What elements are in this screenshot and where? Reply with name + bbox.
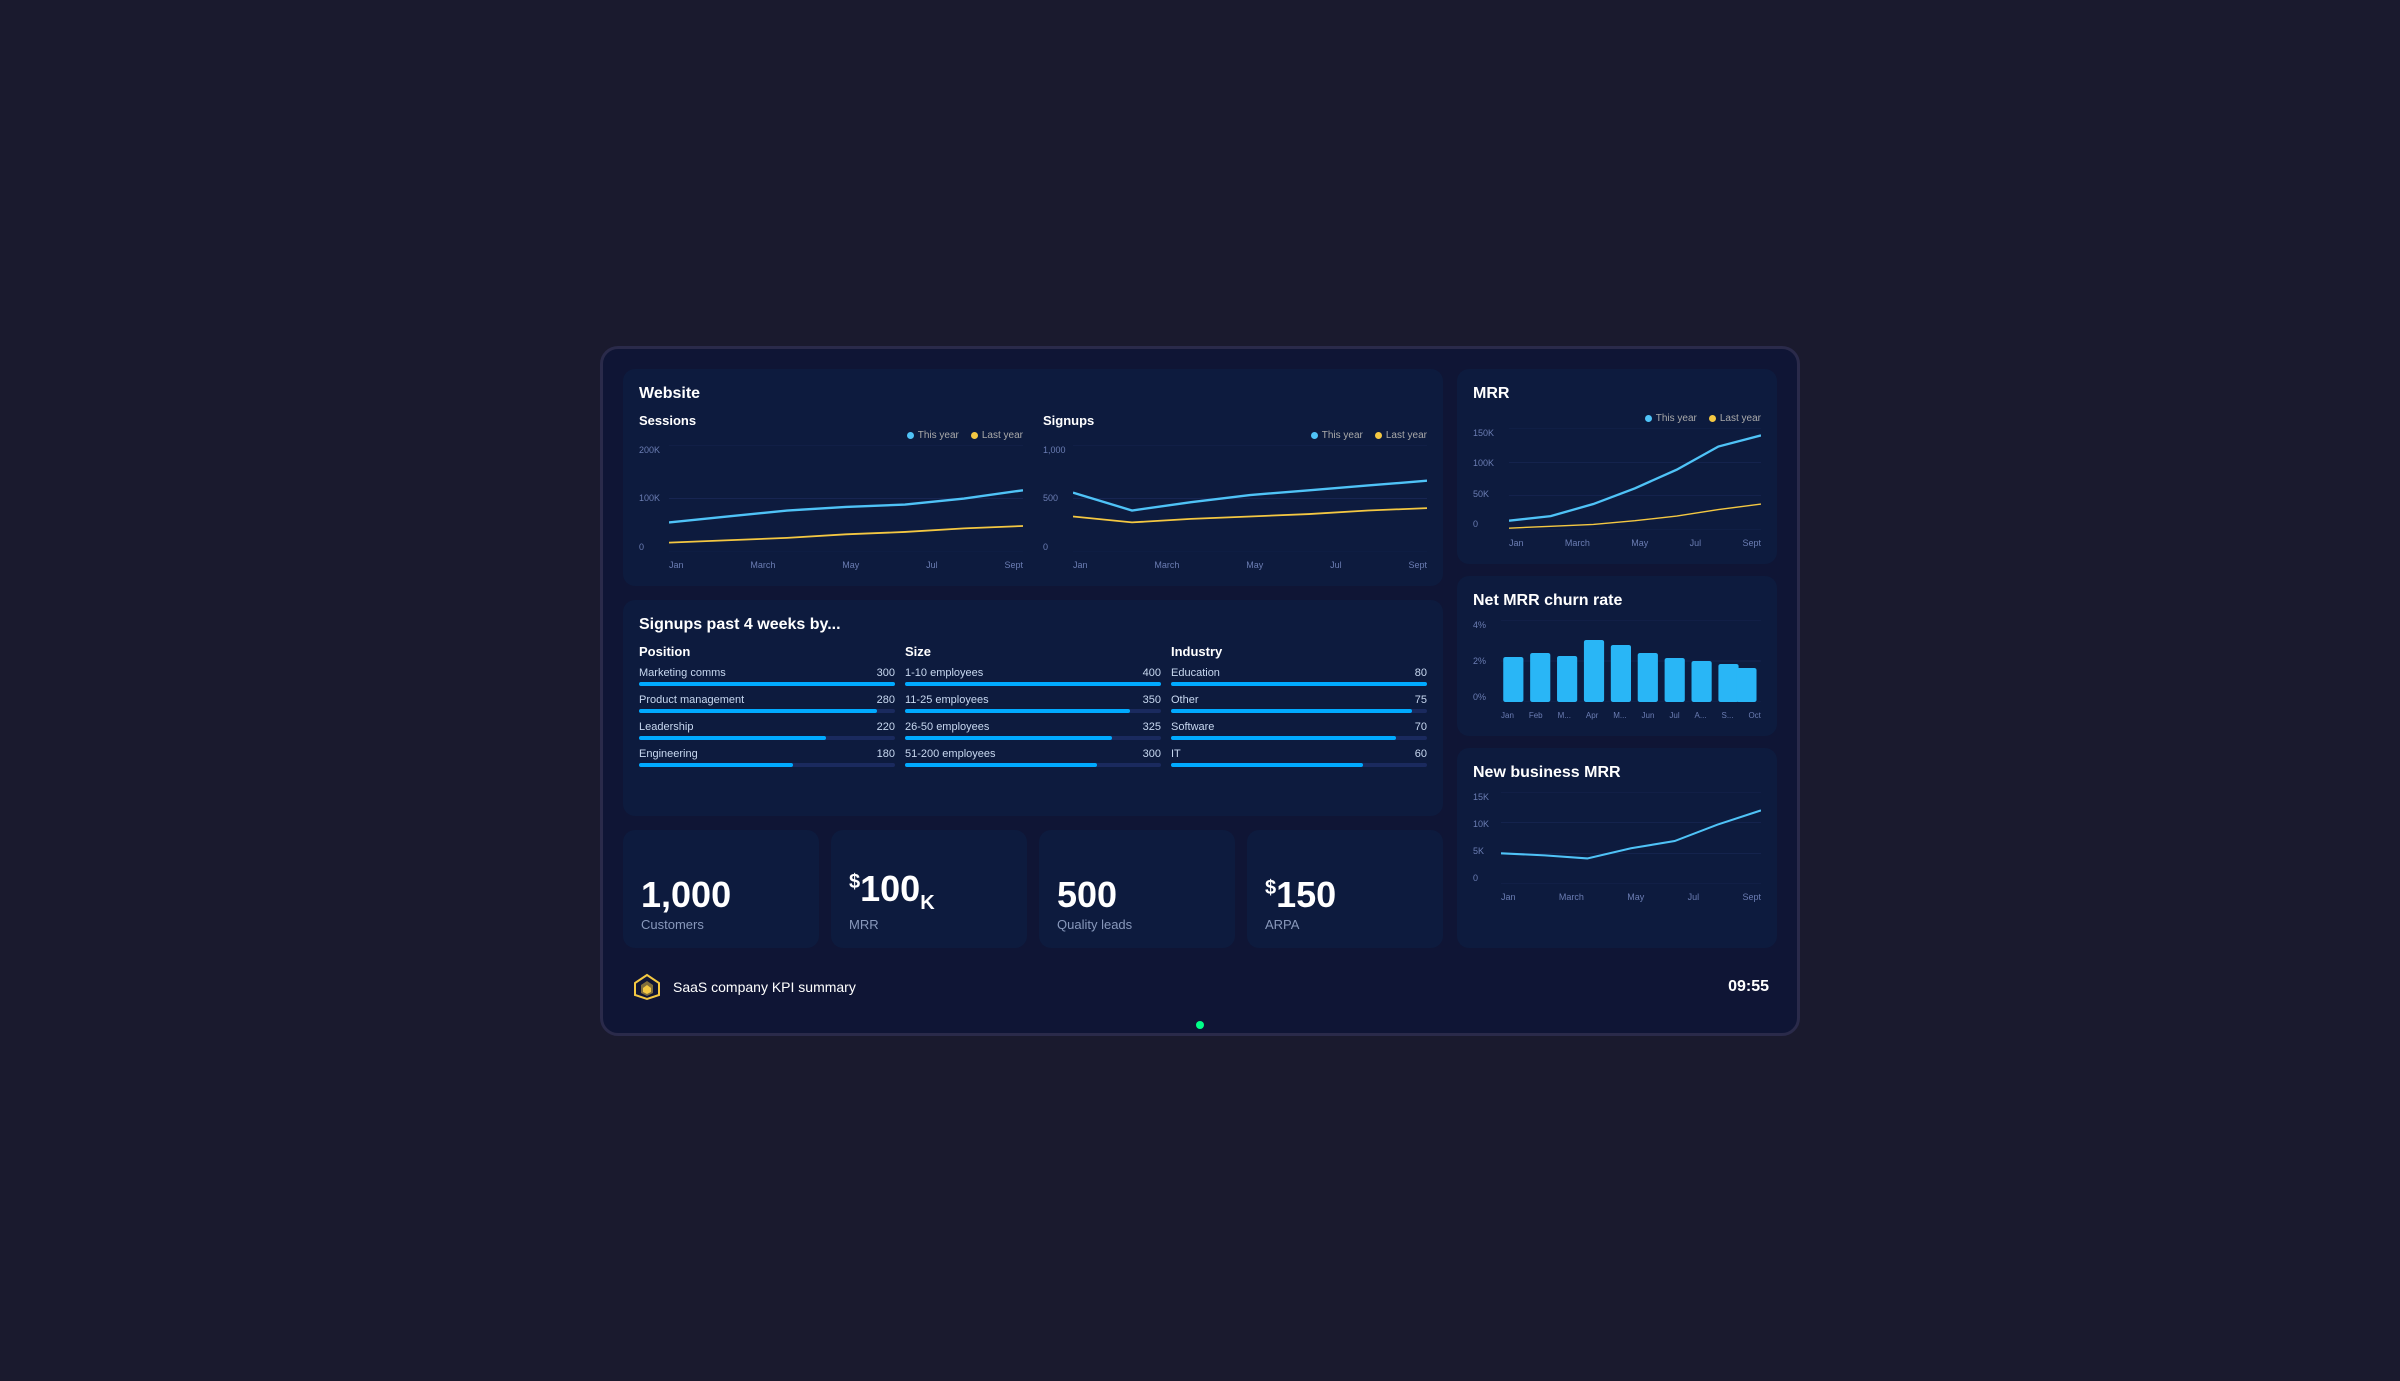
industry-category: Industry Education 80 Other 75 <box>1171 644 1427 775</box>
sessions-this-year-legend: This year <box>907 430 959 441</box>
net-mrr-title: Net MRR churn rate <box>1473 592 1761 610</box>
kpi-mrr-desc: MRR <box>849 917 1009 932</box>
signups-last-year-dot <box>1375 432 1382 439</box>
industry-row-3: IT 60 <box>1171 748 1427 767</box>
size-row-0: 1-10 employees 400 <box>905 667 1161 686</box>
sessions-svg <box>669 445 1023 552</box>
industry-title: Industry <box>1171 644 1427 659</box>
kpi-arpa-desc: ARPA <box>1265 917 1425 932</box>
signups-this-year-dot <box>1311 432 1318 439</box>
signups-past-title: Signups past 4 weeks by... <box>639 616 1427 634</box>
kpi-customers: 1,000 Customers <box>623 830 819 948</box>
signups-past-panel: Signups past 4 weeks by... Position Mark… <box>623 600 1443 816</box>
new-biz-svg <box>1501 792 1761 884</box>
kpi-customers-number: 1,000 <box>641 877 801 913</box>
net-mrr-svg <box>1501 620 1761 702</box>
kpi-arpa: $150 ARPA <box>1247 830 1443 948</box>
sessions-label: Sessions <box>639 413 1023 428</box>
kpi-customers-desc: Customers <box>641 917 801 932</box>
signups-last-year-legend: Last year <box>1375 430 1427 441</box>
sessions-this-year-dot <box>907 432 914 439</box>
footer-time: 09:55 <box>1728 978 1769 996</box>
sessions-chart: Sessions This year Last year 200K 100K <box>639 413 1023 570</box>
signups-categories: Position Marketing comms 300 Product man… <box>639 644 1427 775</box>
mrr-this-year-legend: This year <box>1645 413 1697 424</box>
kpi-row: 1,000 Customers $100K MRR 500 Quality le… <box>623 830 1443 948</box>
website-panel: Website Sessions This year Last year <box>623 369 1443 586</box>
mrr-panel: MRR This year Last year 150K 100K 50K 0 <box>1457 369 1777 949</box>
kpi-leads-number: 500 <box>1057 877 1217 913</box>
dashboard-screen: Website Sessions This year Last year <box>600 346 1800 1036</box>
mrr-title: MRR <box>1473 385 1761 403</box>
industry-row-2: Software 70 <box>1171 721 1427 740</box>
sessions-legend: This year Last year <box>639 430 1023 441</box>
signups-chart: Signups This year Last year 1,000 500 <box>1043 413 1427 570</box>
industry-row-1: Other 75 <box>1171 694 1427 713</box>
size-row-3: 51-200 employees 300 <box>905 748 1161 767</box>
position-row-1: Product management 280 <box>639 694 895 713</box>
position-title: Position <box>639 644 895 659</box>
sessions-chart-area: 200K 100K 0 <box>639 445 1023 570</box>
size-category: Size 1-10 employees 400 11-25 employees … <box>905 644 1161 775</box>
sessions-last-year-dot <box>971 432 978 439</box>
position-row-2: Leadership 220 <box>639 721 895 740</box>
new-business-mrr-panel: New business MRR 15K 10K 5K 0 <box>1457 748 1777 949</box>
net-mrr-x-labels: Jan Feb M... Apr M... Jun Jul A... S... … <box>1501 711 1761 720</box>
footer-branding: SaaS company KPI summary <box>631 971 856 1003</box>
mrr-chart-area: 150K 100K 50K 0 <box>1473 428 1761 548</box>
new-business-title: New business MRR <box>1473 764 1761 782</box>
status-indicator <box>1196 1021 1204 1029</box>
kpi-leads-desc: Quality leads <box>1057 917 1217 932</box>
website-title: Website <box>639 385 1427 403</box>
industry-row-0: Education 80 <box>1171 667 1427 686</box>
new-biz-x-labels: Jan March May Jul Sept <box>1501 892 1761 902</box>
net-mrr-bars: 4% 2% 0% <box>1473 620 1761 720</box>
sessions-y-labels: 200K 100K 0 <box>639 445 660 552</box>
signups-legend: This year Last year <box>1043 430 1427 441</box>
mrr-legend: This year Last year <box>1473 413 1761 424</box>
mrr-x-labels: Jan March May Jul Sept <box>1509 538 1761 548</box>
mrr-main-chart: MRR This year Last year 150K 100K 50K 0 <box>1457 369 1777 564</box>
kpi-leads: 500 Quality leads <box>1039 830 1235 948</box>
mrr-svg <box>1509 428 1761 530</box>
signups-y-labels: 1,000 500 0 <box>1043 445 1066 552</box>
new-business-chart: 15K 10K 5K 0 Jan <box>1473 792 1761 902</box>
signups-label: Signups <box>1043 413 1427 428</box>
signups-svg <box>1073 445 1427 552</box>
kpi-mrr-number: $100K <box>849 871 1009 913</box>
signups-chart-area: 1,000 500 0 <box>1043 445 1427 570</box>
signups-x-labels: Jan March May Jul Sept <box>1073 560 1427 570</box>
sessions-last-year-legend: Last year <box>971 430 1023 441</box>
size-row-2: 26-50 employees 325 <box>905 721 1161 740</box>
sessions-x-labels: Jan March May Jul Sept <box>669 560 1023 570</box>
new-biz-y-labels: 15K 10K 5K 0 <box>1473 792 1489 884</box>
net-mrr-y-labels: 4% 2% 0% <box>1473 620 1486 702</box>
kpi-arpa-number: $150 <box>1265 877 1425 913</box>
position-row-0: Marketing comms 300 <box>639 667 895 686</box>
size-title: Size <box>905 644 1161 659</box>
position-row-3: Engineering 180 <box>639 748 895 767</box>
mrr-y-labels: 150K 100K 50K 0 <box>1473 428 1494 530</box>
footer-logo-icon <box>631 971 663 1003</box>
footer-title: SaaS company KPI summary <box>673 979 856 995</box>
mrr-last-year-legend: Last year <box>1709 413 1761 424</box>
position-category: Position Marketing comms 300 Product man… <box>639 644 895 775</box>
size-row-1: 11-25 employees 350 <box>905 694 1161 713</box>
footer: SaaS company KPI summary 09:55 <box>623 962 1777 1012</box>
kpi-mrr: $100K MRR <box>831 830 1027 948</box>
signups-this-year-legend: This year <box>1311 430 1363 441</box>
net-mrr-panel: Net MRR churn rate 4% 2% 0% <box>1457 576 1777 736</box>
